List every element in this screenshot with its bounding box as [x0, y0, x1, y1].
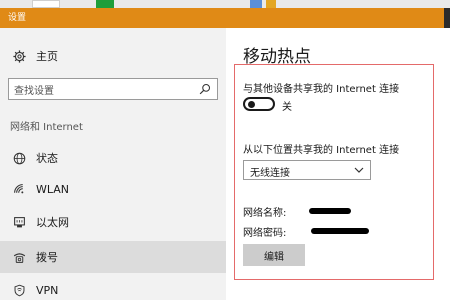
ethernet-icon: [12, 215, 26, 229]
toggle-knob: [248, 101, 255, 108]
search-icon[interactable]: [199, 83, 211, 95]
share-from-value: 无线连接: [250, 168, 290, 179]
share-from-label: 从以下位置共享我的 Internet 连接: [243, 145, 400, 156]
network-password-label: 网络密码:: [243, 228, 287, 239]
window-title: 设置: [8, 13, 27, 23]
edit-button[interactable]: 编辑: [243, 244, 305, 266]
hotspot-toggle[interactable]: [243, 97, 275, 111]
sidebar-item-label: 拨号: [36, 251, 58, 264]
desktop-strip: [0, 0, 450, 8]
desktop-folder-icon: [266, 0, 276, 8]
share-connection-label: 与其他设备共享我的 Internet 连接: [243, 84, 400, 95]
network-name-label: 网络名称:: [243, 208, 287, 219]
sidebar-item-wlan[interactable]: WLAN: [0, 175, 226, 203]
desktop-file-icon: [32, 0, 60, 8]
gear-icon: [12, 49, 26, 63]
window-titlebar[interactable]: 设置: [0, 8, 450, 28]
sidebar-item-dialup[interactable]: 拨号: [0, 241, 226, 273]
redaction-mark: [311, 228, 369, 234]
globe-icon: [12, 151, 26, 165]
desktop-app-icon: [96, 0, 114, 8]
sidebar-item-home[interactable]: 主页: [0, 42, 226, 70]
sidebar-item-label: 以太网: [36, 216, 69, 229]
sidebar-item-ethernet[interactable]: 以太网: [0, 208, 226, 236]
dialup-icon: [12, 250, 26, 264]
main-pane: 移动热点 与其他设备共享我的 Internet 连接 关 从以下位置共享我的 I…: [226, 28, 450, 300]
sidebar-item-status[interactable]: 状态: [0, 144, 226, 172]
desktop-shortcut-icon: [250, 0, 262, 8]
sidebar-item-label: WLAN: [36, 182, 70, 196]
sidebar-item-vpn[interactable]: VPN: [0, 276, 226, 300]
sidebar: 主页 网络和 Internet 状态 WLAN 以太网 拨号 VPN: [0, 28, 226, 300]
search-input[interactable]: [9, 81, 189, 102]
vpn-icon: [12, 283, 26, 297]
redaction-mark: [309, 208, 351, 214]
sidebar-item-label: VPN: [36, 283, 59, 297]
window-edge: [444, 8, 450, 30]
toggle-state-label: 关: [282, 102, 292, 113]
sidebar-item-label: 主页: [36, 50, 58, 63]
share-from-select[interactable]: 无线连接: [243, 160, 371, 180]
wifi-icon: [12, 182, 26, 196]
search-field[interactable]: [8, 78, 218, 102]
chevron-down-icon: [354, 167, 364, 173]
section-heading: 网络和 Internet: [10, 122, 83, 133]
sidebar-item-label: 状态: [36, 152, 58, 165]
